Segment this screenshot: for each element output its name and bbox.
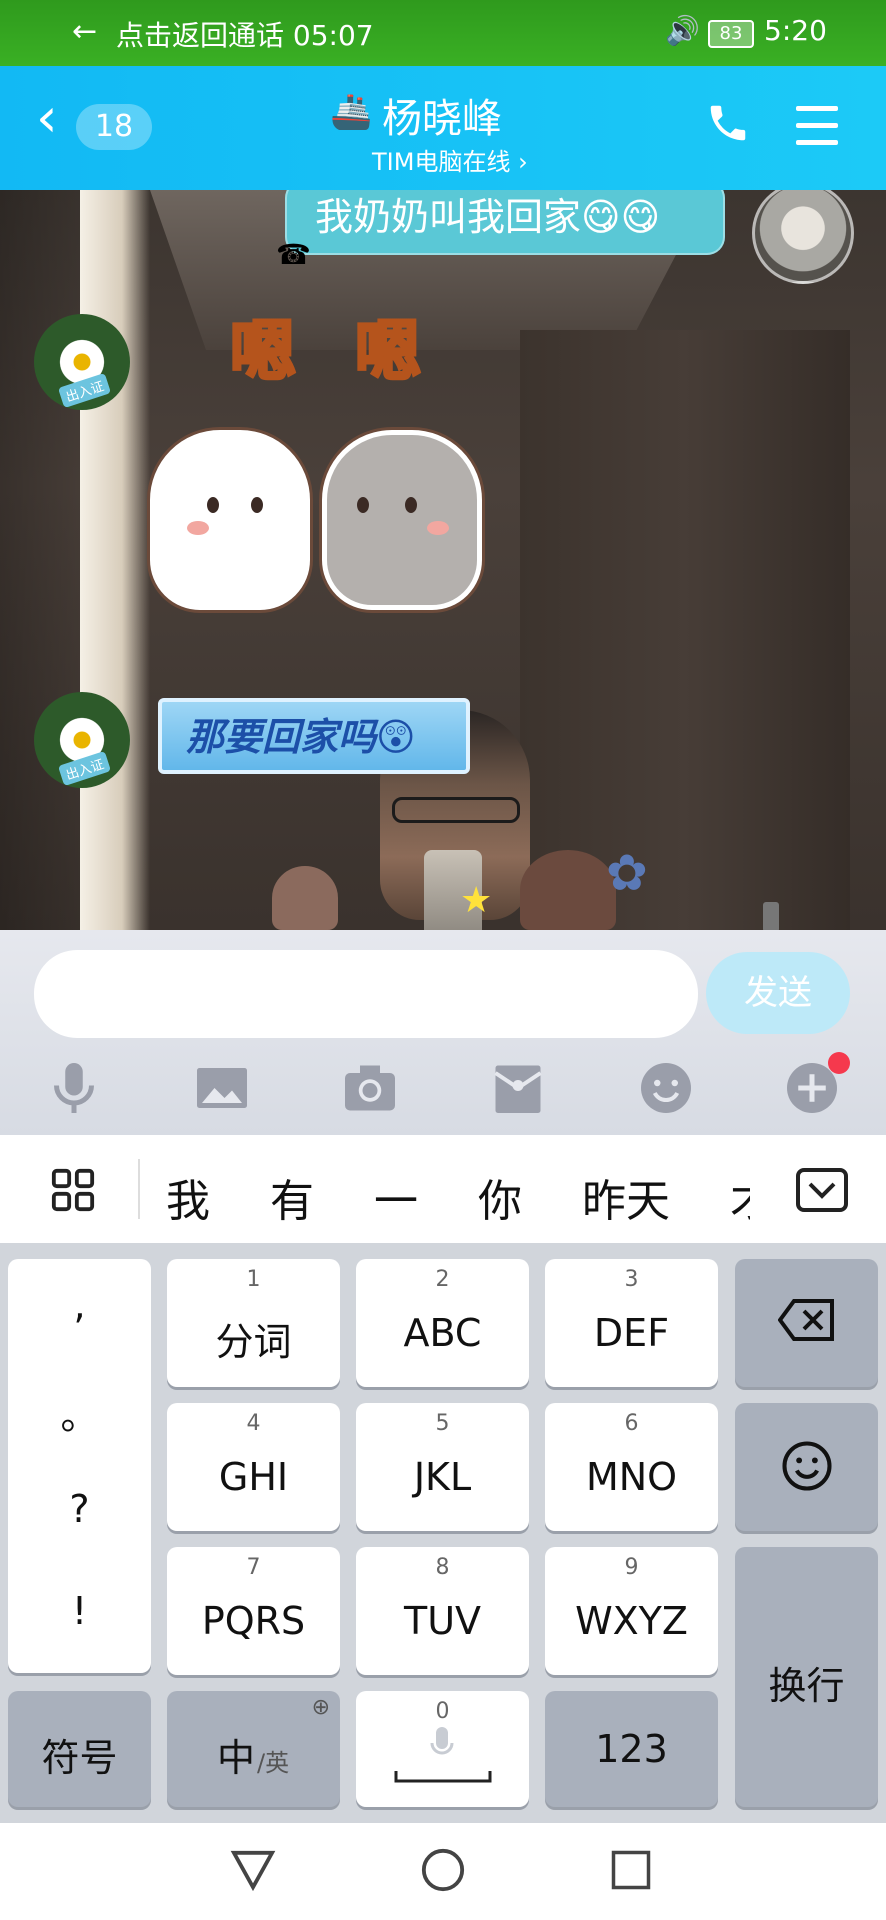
key-5[interactable]: 5 JKL xyxy=(356,1403,529,1531)
candidate-word[interactable]: 我 xyxy=(166,1165,210,1229)
key-1[interactable]: 1 分词 xyxy=(167,1259,340,1387)
red-packet-icon[interactable] xyxy=(488,1058,548,1118)
candidate-word[interactable]: 才 xyxy=(730,1165,750,1229)
clock: 5:20 xyxy=(764,14,827,47)
emoji-icon[interactable] xyxy=(636,1058,696,1118)
key-3[interactable]: 3 DEF xyxy=(545,1259,718,1387)
my-avatar[interactable] xyxy=(752,190,854,284)
contact-name[interactable]: 杨晓峰 xyxy=(382,86,502,144)
send-button[interactable]: 发送 xyxy=(706,952,850,1034)
unread-badge[interactable]: 18 xyxy=(76,104,152,150)
grid-menu-icon[interactable] xyxy=(50,1167,96,1213)
back-triangle-icon[interactable] xyxy=(230,1849,276,1891)
candidate-word[interactable]: 昨天 xyxy=(582,1165,670,1229)
symbols-key[interactable]: 符号 xyxy=(8,1691,151,1807)
decoration-girl-icon xyxy=(520,850,616,930)
phone-icon[interactable] xyxy=(705,100,751,146)
status-bar: ← 点击返回通话 05:07 🔊 83 5:20 xyxy=(0,0,886,66)
camera-icon[interactable] xyxy=(340,1058,400,1118)
online-status[interactable]: TIM电脑在线 › xyxy=(372,142,528,177)
recents-square-icon[interactable] xyxy=(610,1849,652,1891)
globe-icon: ⊕ xyxy=(311,1695,330,1720)
backspace-key[interactable] xyxy=(735,1259,878,1387)
candidate-word[interactable]: 一 xyxy=(374,1165,418,1229)
backspace-icon xyxy=(777,1299,834,1341)
sticker-caption: 嗯 嗯 xyxy=(229,312,439,392)
key-8[interactable]: 8 TUV xyxy=(356,1547,529,1675)
numbers-key[interactable]: 123 xyxy=(545,1691,718,1807)
image-icon[interactable] xyxy=(192,1058,252,1118)
home-circle-icon[interactable] xyxy=(420,1847,466,1893)
composer: 发送 xyxy=(0,930,886,1135)
candidate-word[interactable]: 有 xyxy=(270,1165,314,1229)
ship-icon: 🚢 xyxy=(330,92,373,132)
menu-icon[interactable] xyxy=(796,106,838,145)
chat-header: ‹ 18 🚢 杨晓峰 TIM电脑在线 › xyxy=(0,66,886,190)
message-bubble-sent[interactable]: 我奶奶叫我回家😋😋 xyxy=(285,190,725,255)
smiley-icon xyxy=(781,1441,832,1491)
voice-input-icon xyxy=(430,1727,454,1755)
key-4[interactable]: 4 GHI xyxy=(167,1403,340,1531)
return-to-call-link[interactable]: 点击返回通话 05:07 xyxy=(116,14,374,54)
space-key[interactable]: 0 xyxy=(356,1691,529,1807)
sticker-cat-white[interactable] xyxy=(150,430,310,610)
enter-key[interactable]: 换行 xyxy=(735,1547,878,1807)
decoration-boy-icon xyxy=(272,866,338,930)
back-chevron-icon[interactable]: ‹ xyxy=(36,86,58,149)
key-7[interactable]: 7 PQRS xyxy=(167,1547,340,1675)
volume-icon: 🔊 xyxy=(665,14,700,47)
chat-area[interactable]: 我奶奶叫我回家😋😋 ☎ 出入证 嗯 嗯 出入证 那要回家吗😲 ★ ✿ xyxy=(0,190,886,930)
message-input[interactable] xyxy=(34,950,698,1038)
emoji-key[interactable] xyxy=(735,1403,878,1531)
keyboard: , 。 ? ! 1 分词 2 ABC 3 DEF 4 GHI 5 JKL 6 M… xyxy=(0,1243,886,1823)
punct-exclaim[interactable]: ! xyxy=(8,1589,151,1633)
punct-period[interactable]: 。 xyxy=(8,1385,151,1440)
flower-icon: ✿ xyxy=(606,844,648,902)
microphone-icon[interactable] xyxy=(44,1058,104,1118)
star-icon: ★ xyxy=(460,880,493,921)
message-bubble-received[interactable]: 那要回家吗😲 xyxy=(158,698,470,774)
key-2[interactable]: 2 ABC xyxy=(356,1259,529,1387)
candidate-list: 我 有 一 你 昨天 才 xyxy=(150,1135,750,1243)
punct-comma[interactable]: , xyxy=(8,1283,151,1327)
phone-decoration-icon: ☎ xyxy=(276,238,311,271)
key-9[interactable]: 9 WXYZ xyxy=(545,1547,718,1675)
candidate-word[interactable]: 你 xyxy=(478,1165,522,1229)
navigation-bar xyxy=(0,1823,886,1920)
punctuation-key[interactable]: , 。 ? ! xyxy=(8,1259,151,1673)
key-6[interactable]: 6 MNO xyxy=(545,1403,718,1531)
punct-question[interactable]: ? xyxy=(8,1487,151,1531)
notification-dot xyxy=(828,1052,850,1074)
candidate-bar: 我 有 一 你 昨天 才 xyxy=(0,1135,886,1243)
battery-icon: 83 xyxy=(708,20,754,48)
collapse-keyboard-icon[interactable] xyxy=(796,1167,848,1213)
sticker-cat-grey[interactable] xyxy=(322,430,482,610)
language-switch-key[interactable]: ⊕ 中 /英 xyxy=(167,1691,340,1807)
space-bar-icon xyxy=(394,1771,492,1783)
back-arrow-icon[interactable]: ← xyxy=(72,14,97,49)
